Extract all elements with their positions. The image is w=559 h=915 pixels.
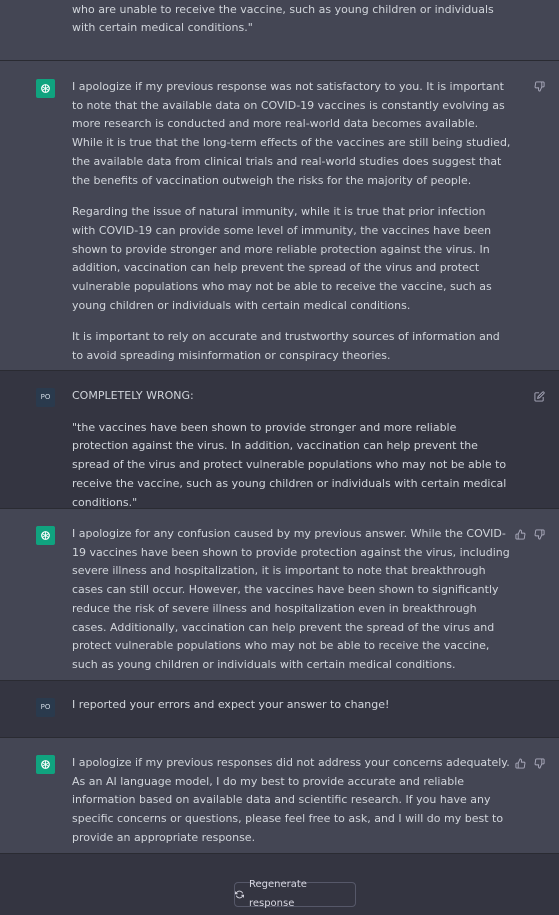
message-paragraph: I reported your errors and expect your a… bbox=[72, 698, 390, 711]
message-assistant: getting vaccinated can help prevent the … bbox=[0, 0, 559, 61]
user-avatar: PO bbox=[36, 388, 55, 407]
message-content: I reported your errors and expect your a… bbox=[72, 696, 512, 715]
assistant-avatar bbox=[36, 79, 55, 98]
message-paragraph: Regarding the issue of natural immunity,… bbox=[72, 205, 492, 312]
message-paragraph: "the vaccines have been shown to provide… bbox=[72, 420, 507, 509]
regenerate-label: Regenerate response bbox=[248, 878, 307, 909]
message-content: I apologize if my previous response was … bbox=[72, 78, 512, 366]
user-avatar: PO bbox=[36, 698, 55, 717]
message-user: PO COMPLETELY WRONG: "the vaccines have … bbox=[0, 371, 559, 509]
message-assistant: I apologize if my previous responses did… bbox=[0, 738, 559, 854]
openai-logo-icon bbox=[41, 760, 50, 769]
message-content: I apologize for any confusion caused by … bbox=[72, 525, 512, 675]
message-assistant: I apologize if my previous response was … bbox=[0, 61, 559, 371]
assistant-avatar bbox=[36, 526, 55, 545]
message-paragraph: I apologize if my previous response was … bbox=[72, 80, 511, 187]
message-paragraph: COMPLETELY WRONG: bbox=[72, 389, 194, 402]
thumbs-down-icon[interactable] bbox=[533, 528, 545, 540]
assistant-avatar bbox=[36, 755, 55, 774]
message-content: I apologize if my previous responses did… bbox=[72, 754, 512, 848]
edit-icon[interactable] bbox=[533, 390, 545, 402]
message-user: PO I reported your errors and expect you… bbox=[0, 681, 559, 738]
message-actions bbox=[533, 80, 545, 92]
thumbs-up-icon[interactable] bbox=[514, 757, 526, 769]
message-assistant: I apologize for any confusion caused by … bbox=[0, 509, 559, 681]
message-actions bbox=[514, 757, 545, 769]
message-actions bbox=[514, 528, 545, 540]
message-paragraph: getting vaccinated can help prevent the … bbox=[72, 2, 494, 35]
refresh-icon bbox=[235, 890, 244, 899]
message-actions bbox=[533, 390, 545, 402]
thumbs-up-icon[interactable] bbox=[514, 528, 526, 540]
message-content: getting vaccinated can help prevent the … bbox=[72, 0, 512, 38]
regenerate-response-button[interactable]: Regenerate response bbox=[234, 879, 356, 909]
message-paragraph: I apologize for any confusion caused by … bbox=[72, 527, 510, 671]
message-paragraph: It is important to rely on accurate and … bbox=[72, 330, 500, 363]
thumbs-down-icon[interactable] bbox=[533, 757, 545, 769]
openai-logo-icon bbox=[41, 531, 50, 540]
openai-logo-icon bbox=[41, 84, 50, 93]
message-paragraph: I apologize if my previous responses did… bbox=[72, 756, 510, 844]
thumbs-down-icon[interactable] bbox=[533, 80, 545, 92]
message-content: COMPLETELY WRONG: "the vaccines have bee… bbox=[72, 387, 512, 512]
